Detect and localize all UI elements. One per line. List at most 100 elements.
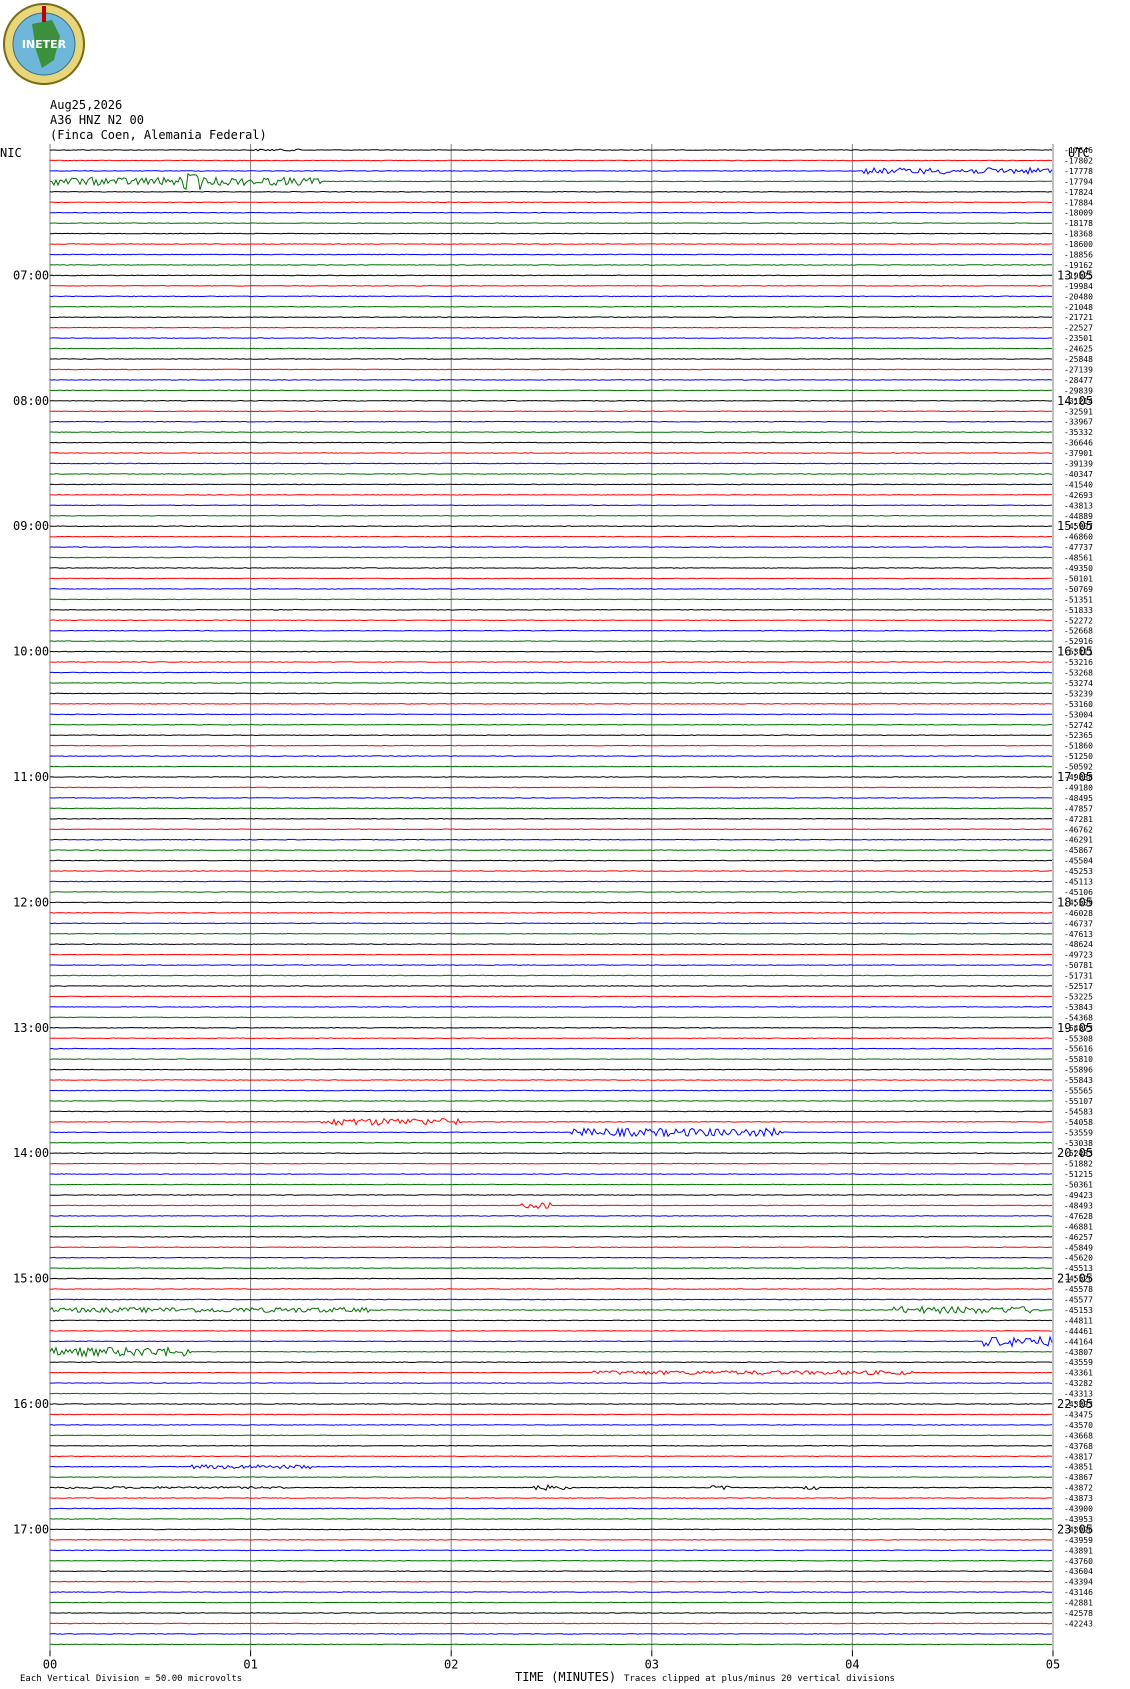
- trace-offset-label: -53004: [1064, 710, 1093, 719]
- trace-offset-label: -18178: [1064, 219, 1093, 228]
- trace-99: [49, 1183, 1053, 1186]
- x-tick-label: 04: [845, 1657, 859, 1671]
- trace-106: [49, 1256, 1053, 1259]
- trace-71: [49, 891, 1053, 893]
- trace-131: [50, 1518, 1053, 1520]
- trace-offset-label: -53268: [1064, 669, 1093, 678]
- right-hour-label: 23:05: [1057, 1522, 1093, 1536]
- trace-54: [49, 713, 1053, 716]
- trace-offset-label: -33967: [1064, 418, 1093, 427]
- trace-5: [49, 201, 1052, 204]
- trace-offset-label: -17824: [1064, 188, 1093, 197]
- trace-120: [49, 1403, 1052, 1405]
- trace-43: [50, 598, 1053, 601]
- trace-offset-label: -50781: [1064, 961, 1093, 970]
- trace-142: [49, 1633, 1053, 1635]
- trace-offset-label: -43872: [1064, 1484, 1093, 1493]
- trace-offset-label: -55810: [1064, 1055, 1093, 1064]
- trace-offset-label: -45253: [1064, 867, 1093, 876]
- trace-10: [50, 253, 1053, 256]
- trace-offset-label: -51215: [1064, 1170, 1093, 1179]
- trace-offset-label: -43768: [1064, 1442, 1093, 1451]
- trace-72: [49, 901, 1053, 904]
- trace-offset-label: -52517: [1064, 982, 1093, 991]
- trace-offset-label: -51833: [1064, 606, 1093, 615]
- trace-98: [49, 1173, 1053, 1175]
- trace-80: [50, 985, 1053, 987]
- trace-90: [49, 1089, 1053, 1092]
- trace-128: [49, 1484, 1053, 1491]
- trace-91: [49, 1100, 1053, 1102]
- trace-2: [50, 166, 1053, 176]
- trace-30: [49, 462, 1053, 465]
- trace-offset-label: -47857: [1064, 804, 1093, 813]
- x-tick-label: 01: [243, 1657, 257, 1671]
- trace-offset-label: -53225: [1064, 992, 1093, 1001]
- trace-17: [49, 326, 1053, 329]
- trace-42: [49, 588, 1053, 590]
- right-hour-label: 20:05: [1057, 1146, 1093, 1160]
- trace-3: [49, 172, 1053, 191]
- trace-offset-label: -22527: [1064, 324, 1093, 333]
- trace-offset-label: -17884: [1064, 198, 1093, 207]
- trace-offset-label: -37901: [1064, 449, 1093, 458]
- trace-offset-label: -53216: [1064, 658, 1093, 667]
- trace-139: [49, 1601, 1053, 1604]
- left-hour-label: 09:00: [13, 519, 49, 533]
- trace-53: [49, 703, 1053, 705]
- trace-offset-label: -48495: [1064, 794, 1093, 803]
- trace-116: [49, 1361, 1053, 1364]
- trace-offset-label: -53274: [1064, 679, 1093, 688]
- trace-offset-label: -53559: [1064, 1128, 1093, 1137]
- trace-47: [49, 640, 1053, 642]
- trace-102: [49, 1215, 1053, 1217]
- trace-130: [49, 1507, 1053, 1510]
- trace-offset-label: -53843: [1064, 1003, 1093, 1012]
- trace-143: [50, 1643, 1052, 1646]
- left-hour-label: 12:00: [13, 895, 49, 909]
- left-timezone-label: NIC: [0, 146, 22, 160]
- trace-52: [49, 692, 1053, 695]
- trace-offset-label: -48624: [1064, 940, 1093, 949]
- trace-offset-label: -52742: [1064, 721, 1093, 730]
- trace-68: [49, 859, 1053, 862]
- trace-offset-label: -45849: [1064, 1243, 1093, 1252]
- trace-offset-label: -45113: [1064, 878, 1093, 887]
- trace-offset-label: -54583: [1064, 1107, 1093, 1116]
- trace-76: [50, 943, 1053, 946]
- trace-offset-label: -49423: [1064, 1191, 1093, 1200]
- trace-79: [49, 974, 1053, 977]
- trace-112: [49, 1319, 1053, 1322]
- trace-94: [49, 1126, 1053, 1138]
- trace-114: [49, 1335, 1053, 1348]
- trace-offset-label: -42243: [1064, 1619, 1093, 1628]
- trace-84: [49, 1026, 1053, 1029]
- trace-offset-label: -49180: [1064, 783, 1093, 792]
- trace-offset-label: -46291: [1064, 836, 1093, 845]
- right-hour-label: 17:05: [1057, 770, 1093, 784]
- trace-124: [50, 1444, 1053, 1447]
- trace-78: [49, 964, 1053, 966]
- trace-offset-label: -36646: [1064, 439, 1093, 448]
- x-tick-label: 05: [1046, 1657, 1060, 1671]
- trace-offset-label: -43570: [1064, 1421, 1093, 1430]
- left-hour-label: 14:00: [13, 1146, 49, 1160]
- trace-7: [50, 222, 1052, 224]
- trace-offset-label: -47281: [1064, 815, 1093, 824]
- trace-offset-label: -51731: [1064, 972, 1093, 981]
- trace-33: [49, 494, 1053, 496]
- trace-offset-label: -43873: [1064, 1494, 1093, 1503]
- trace-67: [49, 849, 1053, 851]
- trace-118: [50, 1382, 1053, 1384]
- trace-16: [49, 316, 1053, 319]
- trace-122: [49, 1424, 1053, 1426]
- trace-66: [49, 838, 1053, 841]
- trace-offset-label: -54058: [1064, 1118, 1093, 1127]
- trace-offset-label: -43867: [1064, 1473, 1093, 1482]
- trace-offset-label: -55896: [1064, 1066, 1093, 1075]
- trace-6: [49, 211, 1053, 214]
- trace-offset-label: -53160: [1064, 700, 1093, 709]
- trace-113: [49, 1330, 1052, 1332]
- right-timezone-label: UTC: [1068, 146, 1090, 160]
- trace-103: [49, 1225, 1053, 1228]
